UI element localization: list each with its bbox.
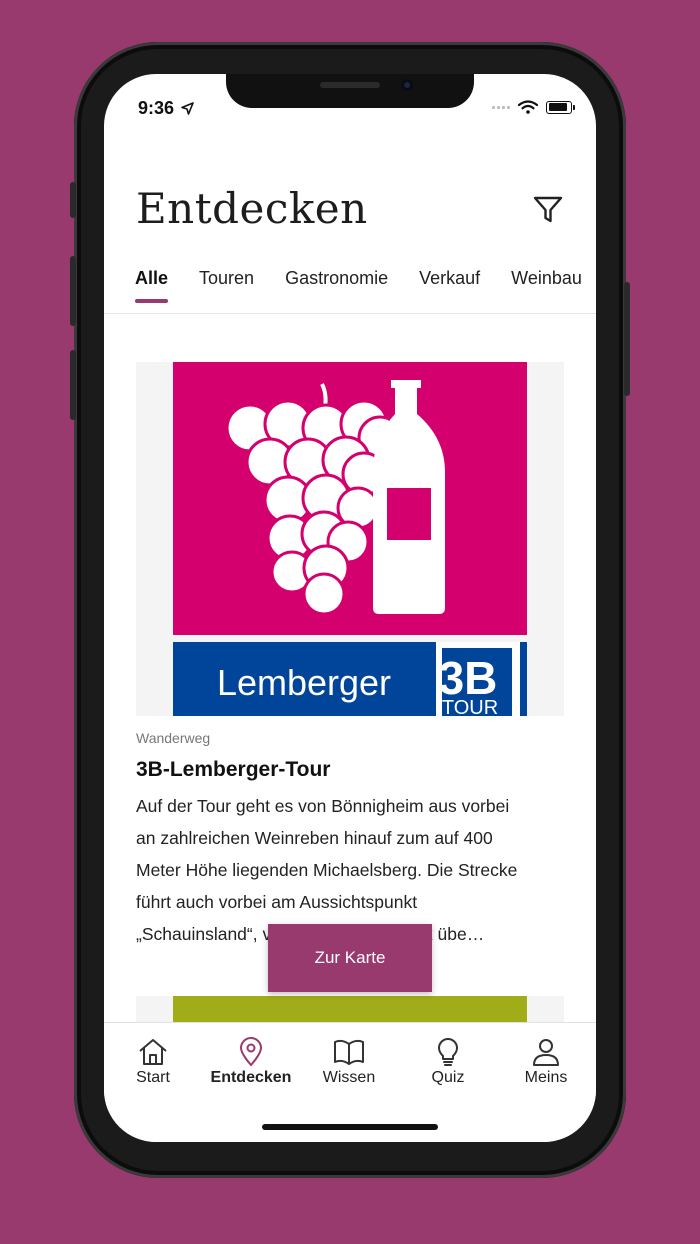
tabbar-item-wissen[interactable]: Wissen [304,1037,394,1087]
description-line: führt auch vorbei am Aussichtspunkt [136,892,418,912]
card-category: Wanderweg [136,730,211,746]
front-camera [401,79,413,91]
description-line: Auf der Tour geht es von Bönnigheim aus … [136,796,510,816]
tabbar-item-quiz[interactable]: Quiz [403,1037,493,1087]
tabbar-item-entdecken[interactable]: Entdecken [206,1037,296,1087]
mute-switch [70,182,76,218]
description-line: an zahlreichen Weinreben hinauf zum auf … [136,828,493,848]
description-line: Meter Höhe liegenden Michaelsberg. Die S… [136,860,518,880]
card-title[interactable]: 3B-Lemberger-Tour [136,758,330,782]
volume-up-button [70,256,76,326]
status-time-text: 9:36 [138,98,175,118]
tabbar-item-meins[interactable]: Meins [501,1037,591,1087]
tabs-divider [104,313,596,314]
speaker-grille [320,82,380,88]
map-button[interactable]: Zur Karte [268,924,432,992]
tabbar-label-entdecken: Entdecken [210,1069,292,1086]
tabbar-label-quiz: Quiz [431,1069,465,1086]
tabbar-label-wissen: Wissen [322,1069,376,1086]
logo-brand-text: Lemberger [217,662,391,703]
category-tabs: Alle Touren Gastronomie Verkauf Weinbau [135,268,596,303]
logo-badge-bottom: TOUR [442,697,498,716]
tab-gastronomie[interactable]: Gastronomie [285,268,388,301]
next-card-image-fill [173,996,527,1024]
card-image[interactable]: Lemberger 3B TOUR [136,362,564,716]
tabbar-label-meins: Meins [524,1069,568,1086]
home-icon [139,1039,167,1065]
power-button [624,282,630,396]
notch [226,74,474,108]
lightbulb-icon [438,1038,458,1066]
status-bar-indicators [492,100,575,114]
status-bar-time: 9:36 [138,98,194,119]
filter-icon[interactable] [532,194,564,226]
map-pin-icon [239,1037,263,1067]
volume-down-button [70,350,76,420]
tab-touren[interactable]: Touren [199,268,254,301]
app-screen: 9:36 Entdecken Alle Touren Gastronomie V… [104,74,596,1142]
home-indicator[interactable] [262,1124,438,1130]
book-icon [334,1039,364,1065]
tabbar-label-start: Start [136,1069,170,1086]
tab-alle[interactable]: Alle [135,268,169,303]
lemberger-tour-logo: Lemberger 3B TOUR [173,362,527,716]
battery-icon [546,100,575,114]
location-arrow-icon [181,102,194,115]
tabbar-item-start[interactable]: Start [108,1037,198,1087]
tab-verkauf[interactable]: Verkauf [419,268,480,301]
tab-weinbau[interactable]: Weinbau [511,268,582,301]
cellular-signal-icon [492,105,510,109]
wifi-icon [518,100,538,114]
person-icon [533,1039,559,1066]
next-card-image[interactable] [136,996,564,1024]
page-title: Entdecken [136,184,368,233]
